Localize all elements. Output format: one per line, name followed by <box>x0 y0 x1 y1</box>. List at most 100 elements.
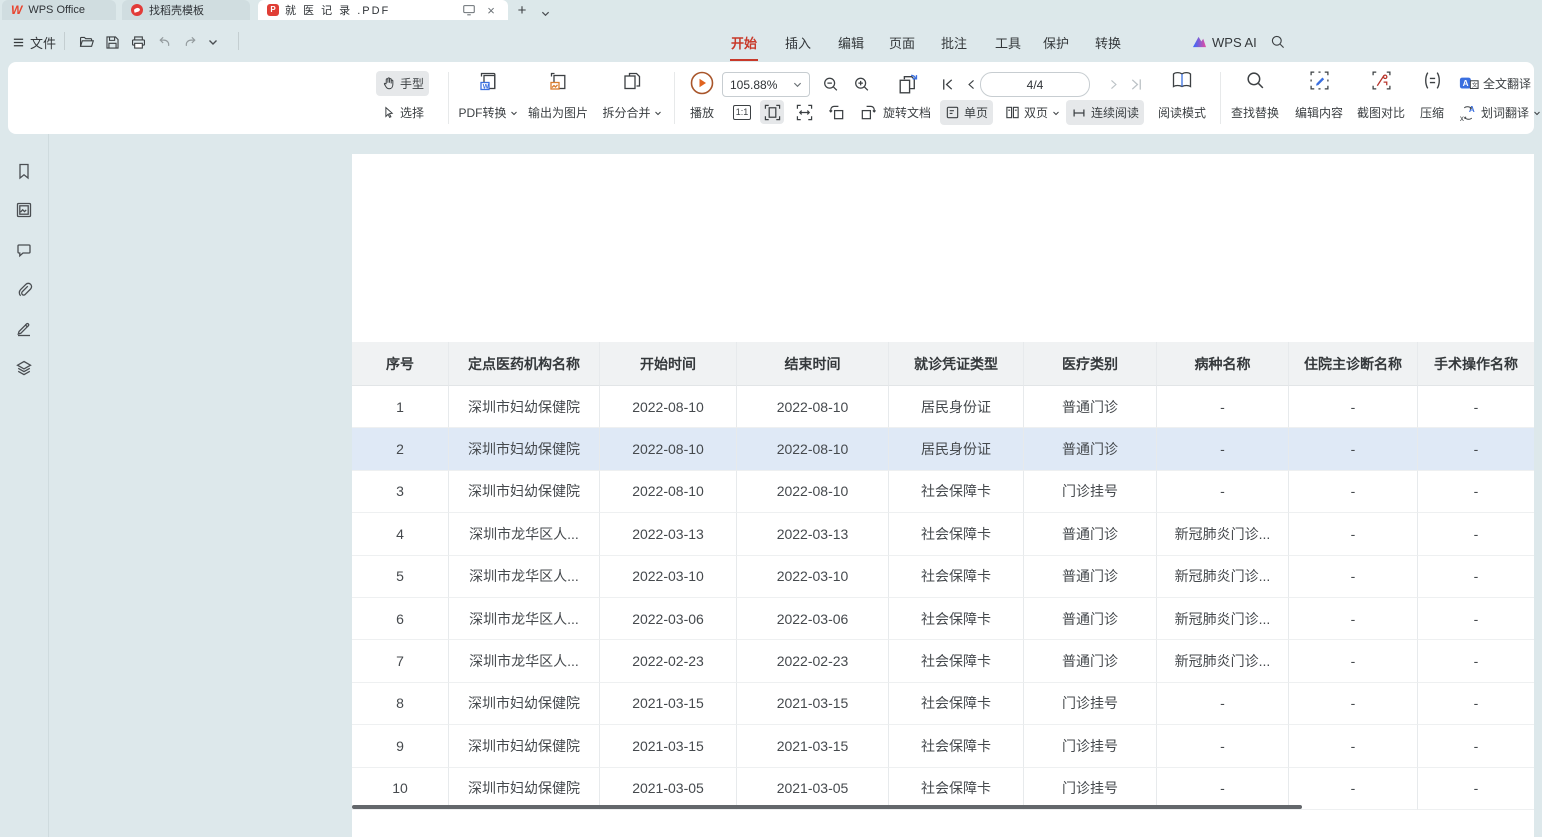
word-translate-label: 划词翻译 <box>1481 104 1529 121</box>
rotate-doc-label[interactable]: 旋转文档 <box>880 100 934 125</box>
ribbon-tab-protect[interactable]: 保护 <box>1038 33 1074 52</box>
zoom-out-button[interactable] <box>822 75 840 93</box>
sidebar-divider <box>48 134 49 837</box>
last-page-button[interactable] <box>1127 75 1145 93</box>
print-button[interactable] <box>130 32 147 52</box>
attachments-panel-button[interactable] <box>13 279 35 301</box>
ribbon-tab-comment[interactable]: 批注 <box>936 33 972 52</box>
zoom-level-select[interactable]: 105.88% <box>722 72 810 97</box>
menu-search-button[interactable] <box>1270 32 1286 52</box>
find-replace-button[interactable]: 查找替换 <box>1226 67 1284 129</box>
select-tool-button[interactable]: 选择 <box>376 100 429 125</box>
play-button[interactable]: 播放 <box>680 67 724 129</box>
table-cell: 10 <box>352 768 449 810</box>
divider <box>64 32 65 50</box>
table-cell: 居民身份证 <box>889 428 1024 470</box>
new-tab-button[interactable]: + <box>514 2 530 18</box>
rotate-right-button[interactable] <box>856 100 880 124</box>
table-cell: 门诊挂号 <box>1024 471 1157 513</box>
table-body: 1深圳市妇幼保健院2022-08-102022-08-10居民身份证普通门诊--… <box>352 386 1534 810</box>
split-merge-button[interactable]: 拆分合并 <box>597 67 667 129</box>
docer-icon <box>131 4 143 16</box>
tab-label: 找稻壳模板 <box>149 2 204 18</box>
table-cell: - <box>1289 428 1418 470</box>
tab-label: 就 医 记 录 .PDF <box>285 2 390 18</box>
file-menu[interactable]: 文件 <box>12 32 56 52</box>
table-cell: 5 <box>352 556 449 598</box>
close-tab-icon[interactable]: × <box>483 2 499 18</box>
ribbon-tab-page[interactable]: 页面 <box>884 33 920 52</box>
horizontal-scrollbar-thumb[interactable] <box>352 805 1302 809</box>
find-replace-label: 查找替换 <box>1231 104 1279 121</box>
chevron-down-icon <box>654 109 662 117</box>
tab-document-pdf[interactable]: P 就 医 记 录 .PDF × <box>258 0 508 20</box>
table-row: 3深圳市妇幼保健院2022-08-102022-08-10社会保障卡门诊挂号--… <box>352 471 1534 513</box>
wps-ai-button[interactable]: WPS AI <box>1192 32 1257 52</box>
screenshot-compare-button[interactable]: 截图对比 <box>1352 67 1410 129</box>
table-cell: 8 <box>352 683 449 725</box>
save-button[interactable] <box>104 32 121 52</box>
compress-icon <box>1422 70 1443 91</box>
ribbon-tab-insert[interactable]: 插入 <box>780 33 816 52</box>
next-page-button[interactable] <box>1104 75 1122 93</box>
table-cell: - <box>1289 598 1418 640</box>
layers-panel-button[interactable] <box>13 357 35 379</box>
hand-tool-button[interactable]: 手型 <box>376 71 429 96</box>
tab-list-chevron-icon[interactable] <box>537 5 553 21</box>
table-cell: - <box>1418 513 1534 555</box>
ribbon-tab-edit[interactable]: 编辑 <box>833 33 869 52</box>
compress-button[interactable]: 压缩 <box>1410 67 1454 129</box>
table-cell: - <box>1418 640 1534 682</box>
table-cell: 2022-08-10 <box>600 386 737 428</box>
double-page-button[interactable]: 双页 <box>1000 100 1065 125</box>
bookmarks-panel-button[interactable] <box>13 160 35 182</box>
read-mode-button[interactable]: 阅读模式 <box>1152 67 1212 129</box>
table-cell: 4 <box>352 513 449 555</box>
ribbon-tab-convert[interactable]: 转换 <box>1090 33 1126 52</box>
table-row: 7深圳市龙华区人...2022-02-232022-02-23社会保障卡普通门诊… <box>352 640 1534 682</box>
table-cell: 2021-03-15 <box>737 725 889 767</box>
table-header-cell: 结束时间 <box>737 342 889 386</box>
page-indicator-box[interactable]: 4/4 <box>980 72 1090 97</box>
prev-page-button[interactable] <box>962 75 980 93</box>
save-icon <box>104 34 121 51</box>
cursor-icon <box>381 105 396 120</box>
rotate-left-button[interactable] <box>824 100 848 124</box>
fit-width-button[interactable] <box>792 100 816 124</box>
redo-button[interactable] <box>182 32 199 52</box>
pdf-convert-button[interactable]: W PDF转换 <box>455 67 521 129</box>
tab-docer-templates[interactable]: 找稻壳模板 <box>122 0 250 20</box>
single-page-button[interactable]: 单页 <box>940 100 993 125</box>
reorganize-pages-button[interactable] <box>894 72 920 98</box>
screenshot-compare-label: 截图对比 <box>1357 104 1405 121</box>
ribbon-tab-home[interactable]: 开始 <box>726 33 762 52</box>
export-image-button[interactable]: 输出为图片 <box>525 67 591 129</box>
table-cell: 普通门诊 <box>1024 556 1157 598</box>
comments-panel-button[interactable] <box>13 239 35 261</box>
first-page-button[interactable] <box>938 75 956 93</box>
zoom-in-button[interactable] <box>853 75 871 93</box>
edit-content-button[interactable]: 编辑内容 <box>1290 67 1348 129</box>
table-cell: 2022-03-13 <box>737 513 889 555</box>
table-cell: 普通门诊 <box>1024 640 1157 682</box>
signature-panel-button[interactable] <box>13 317 35 339</box>
quick-access-chevron[interactable] <box>208 32 218 52</box>
ribbon-tab-tools[interactable]: 工具 <box>990 33 1026 52</box>
word-translate-button[interactable]: xA 划词翻译 <box>1454 100 1542 125</box>
thumbnails-panel-button[interactable] <box>13 199 35 221</box>
tab-wps-office[interactable]: W WPS Office <box>2 0 116 20</box>
fit-page-button[interactable] <box>760 100 784 124</box>
select-tool-label: 选择 <box>400 104 424 121</box>
table-cell: 深圳市妇幼保健院 <box>449 768 600 810</box>
table-cell: 普通门诊 <box>1024 386 1157 428</box>
continuous-read-button[interactable]: 连续阅读 <box>1066 100 1144 125</box>
actual-size-button[interactable]: 1:1 <box>730 100 754 125</box>
table-cell: - <box>1157 428 1289 470</box>
screen-share-icon[interactable] <box>461 2 477 18</box>
prev-page-icon <box>965 78 978 91</box>
open-file-button[interactable] <box>78 32 95 52</box>
undo-button[interactable] <box>156 32 173 52</box>
edit-content-icon <box>1309 70 1330 91</box>
table-cell: 2021-03-15 <box>600 683 737 725</box>
full-translate-button[interactable]: A文 全文翻译 <box>1454 71 1536 96</box>
